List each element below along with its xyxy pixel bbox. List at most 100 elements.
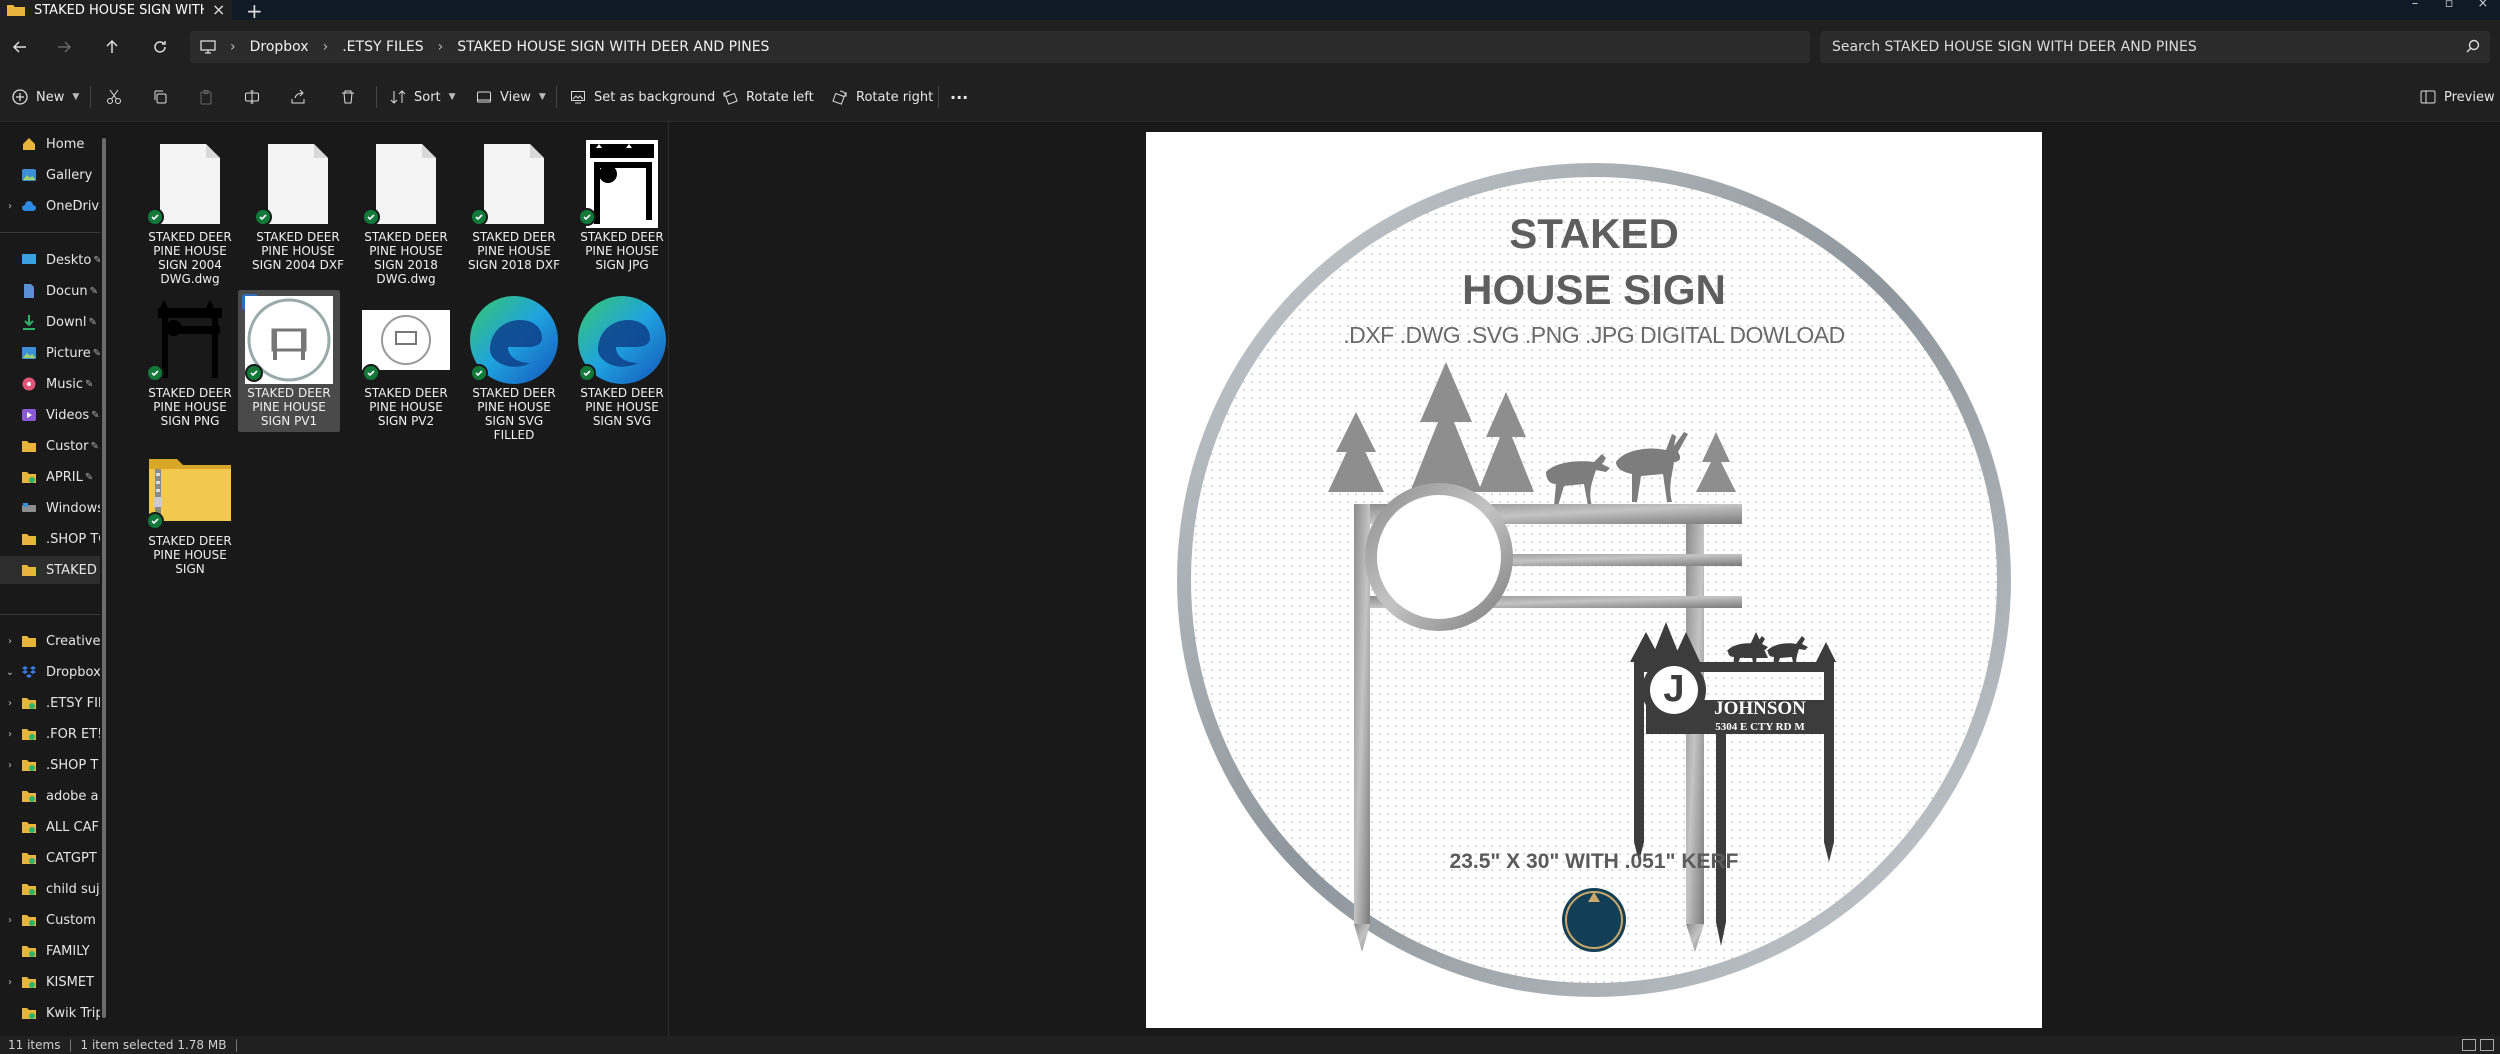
pin-icon: ✎ xyxy=(91,409,100,421)
sidebar-item-family[interactable]: FAMILY xyxy=(0,937,100,965)
file-item[interactable]: STAKED DEER PINE HOUSE SIGN SVG FILLED xyxy=(462,290,566,446)
new-button[interactable]: New ▼ xyxy=(12,84,79,110)
sidebar-item-child-support[interactable]: child suj xyxy=(0,875,100,903)
refresh-button[interactable] xyxy=(146,33,174,61)
maximize-icon[interactable]: ▫ xyxy=(2432,0,2466,20)
sidebar-item-all-caf[interactable]: ALL CAF xyxy=(0,813,100,841)
computer-icon[interactable] xyxy=(200,40,216,54)
file-item[interactable]: STAKED DEER PINE HOUSE SIGN 2018 DWG.dwg xyxy=(354,134,458,290)
sidebar-item-adobe[interactable]: adobe a xyxy=(0,782,100,810)
sidebar-item-gallery[interactable]: Gallery xyxy=(0,161,100,189)
chevron-down-icon[interactable]: ⌄ xyxy=(0,667,20,678)
sidebar-item-label: .ETSY FIL xyxy=(46,695,100,711)
file-item[interactable]: STAKED DEER PINE HOUSE SIGN PNG xyxy=(138,290,242,432)
chevron-right-icon[interactable]: › xyxy=(0,636,20,647)
sidebar-item-windows[interactable]: Windows xyxy=(0,494,100,522)
more-options-button[interactable]: ··· xyxy=(950,84,968,110)
sidebar-item-kwik-trip[interactable]: Kwik Trip xyxy=(0,999,100,1027)
sidebar-item-custom-folder[interactable]: › Custom xyxy=(0,906,100,934)
sidebar-item-custom[interactable]: Custor ✎ xyxy=(0,432,100,460)
delete-button[interactable] xyxy=(340,84,356,110)
sidebar-item-for-etsy[interactable]: › .FOR ET! xyxy=(0,720,100,748)
sidebar-item-dropbox[interactable]: ⌄ Dropbox xyxy=(0,658,100,686)
file-name: STAKED DEER PINE HOUSE SIGN 2004 DWG.dwg xyxy=(148,230,232,286)
sidebar-item-videos[interactable]: Videos ✎ xyxy=(0,401,100,429)
breadcrumb-current-folder[interactable]: STAKED HOUSE SIGN WITH DEER AND PINES xyxy=(457,39,769,55)
pin-icon: ✎ xyxy=(89,285,98,297)
chevron-right-icon[interactable]: › xyxy=(438,39,444,55)
folder-icon xyxy=(20,974,38,990)
sidebar-item-kismet[interactable]: › KISMET xyxy=(0,968,100,996)
preview-pane-button[interactable]: Preview xyxy=(2420,84,2495,110)
file-item[interactable]: STAKED DEER PINE HOUSE SIGN 2004 DWG.dwg xyxy=(138,134,242,290)
folder-icon xyxy=(20,757,38,773)
sidebar-item-shop-to[interactable]: .SHOP TO xyxy=(0,525,100,553)
preview-family-name: JOHNSON xyxy=(1714,698,1806,719)
sidebar-item-desktop[interactable]: Deskto ✎ xyxy=(0,246,100,274)
details-view-icon[interactable] xyxy=(2462,1039,2476,1051)
chevron-right-icon[interactable]: › xyxy=(0,698,20,709)
pane-splitter[interactable] xyxy=(668,122,669,1036)
chevron-right-icon[interactable]: › xyxy=(0,977,20,988)
sidebar-item-music[interactable]: Music ✎ xyxy=(0,370,100,398)
file-item[interactable]: STAKED DEER PINE HOUSE SIGN JPG xyxy=(570,134,674,276)
breadcrumb[interactable]: › Dropbox › .ETSY FILES › STAKED HOUSE S… xyxy=(190,31,1810,63)
file-item[interactable]: STAKED DEER PINE HOUSE SIGN 2004 DXF xyxy=(246,134,350,276)
rotate-right-button[interactable]: Rotate right xyxy=(832,84,933,110)
sidebar-item-april[interactable]: APRIL ✎ xyxy=(0,463,100,491)
chevron-right-icon[interactable]: › xyxy=(230,39,236,55)
tab-title: STAKED HOUSE SIGN WITH DI xyxy=(34,2,204,18)
file-item[interactable]: STAKED DEER PINE HOUSE SIGN PV2 xyxy=(354,290,458,432)
paste-button[interactable] xyxy=(198,84,214,110)
file-name: STAKED DEER PINE HOUSE SIGN 2004 DXF xyxy=(252,230,344,272)
status-item-count: 11 items xyxy=(8,1038,61,1052)
window-close-icon[interactable]: × xyxy=(2466,0,2500,20)
sidebar-item-label: Videos xyxy=(46,407,90,423)
sidebar-item-staked-house[interactable]: STAKED H xyxy=(0,556,100,584)
set-as-background-label: Set as background xyxy=(594,89,716,105)
refresh-icon xyxy=(154,41,166,53)
sort-button[interactable]: Sort ▼ xyxy=(390,84,456,110)
file-item-selected[interactable]: STAKED DEER PINE HOUSE SIGN PV1 xyxy=(238,290,340,432)
sidebar-item-downloads[interactable]: Downl ✎ xyxy=(0,308,100,336)
chevron-right-icon[interactable]: › xyxy=(0,201,20,212)
share-button[interactable] xyxy=(290,84,306,110)
file-item[interactable]: STAKED DEER PINE HOUSE SIGN xyxy=(138,438,242,580)
sidebar-item-catgpt[interactable]: CATGPT xyxy=(0,844,100,872)
back-button[interactable] xyxy=(6,33,34,61)
search-input[interactable]: Search STAKED HOUSE SIGN WITH DEER AND P… xyxy=(1820,31,2490,63)
sidebar-scrollbar[interactable] xyxy=(102,138,106,1018)
minimize-icon[interactable]: – xyxy=(2398,0,2432,20)
up-button[interactable] xyxy=(98,33,126,61)
sidebar-item-onedrive[interactable]: › OneDrive xyxy=(0,192,100,220)
close-icon[interactable]: × xyxy=(212,2,225,18)
view-button[interactable]: View ▼ xyxy=(476,84,546,110)
cut-button[interactable] xyxy=(106,84,122,110)
set-as-background-button[interactable]: Set as background xyxy=(570,84,715,110)
sidebar-item-creative-cloud[interactable]: › Creative C xyxy=(0,627,100,655)
forward-button[interactable] xyxy=(50,33,78,61)
file-item[interactable]: STAKED DEER PINE HOUSE SIGN SVG xyxy=(570,290,674,432)
pictures-icon xyxy=(20,345,38,361)
sidebar-item-label: .SHOP T xyxy=(46,757,99,773)
file-item[interactable]: STAKED DEER PINE HOUSE SIGN 2018 DXF xyxy=(462,134,566,276)
sidebar-item-shop-t[interactable]: › .SHOP T xyxy=(0,751,100,779)
chevron-right-icon[interactable]: › xyxy=(0,729,20,740)
copy-button[interactable] xyxy=(152,84,168,110)
chevron-right-icon[interactable]: › xyxy=(0,915,20,926)
tab-current-folder[interactable]: STAKED HOUSE SIGN WITH DI × xyxy=(0,0,232,20)
sidebar-item-etsy-files[interactable]: › .ETSY FIL xyxy=(0,689,100,717)
chevron-right-icon[interactable]: › xyxy=(0,760,20,771)
breadcrumb-dropbox[interactable]: Dropbox xyxy=(250,39,309,55)
status-separator: | xyxy=(68,1038,73,1052)
chevron-right-icon[interactable]: › xyxy=(323,39,329,55)
sidebar-item-pictures[interactable]: Picture ✎ xyxy=(0,339,100,367)
search-icon xyxy=(2466,39,2480,53)
sidebar-item-home[interactable]: Home xyxy=(0,130,100,158)
status-selection: 1 item selected 1.78 MB xyxy=(80,1038,227,1052)
breadcrumb-etsy-files[interactable]: .ETSY FILES xyxy=(342,39,423,55)
sidebar-item-documents[interactable]: Docun ✎ xyxy=(0,277,100,305)
tiles-view-icon[interactable] xyxy=(2480,1039,2494,1051)
rotate-left-button[interactable]: Rotate left xyxy=(722,84,814,110)
rename-button[interactable] xyxy=(244,84,260,110)
